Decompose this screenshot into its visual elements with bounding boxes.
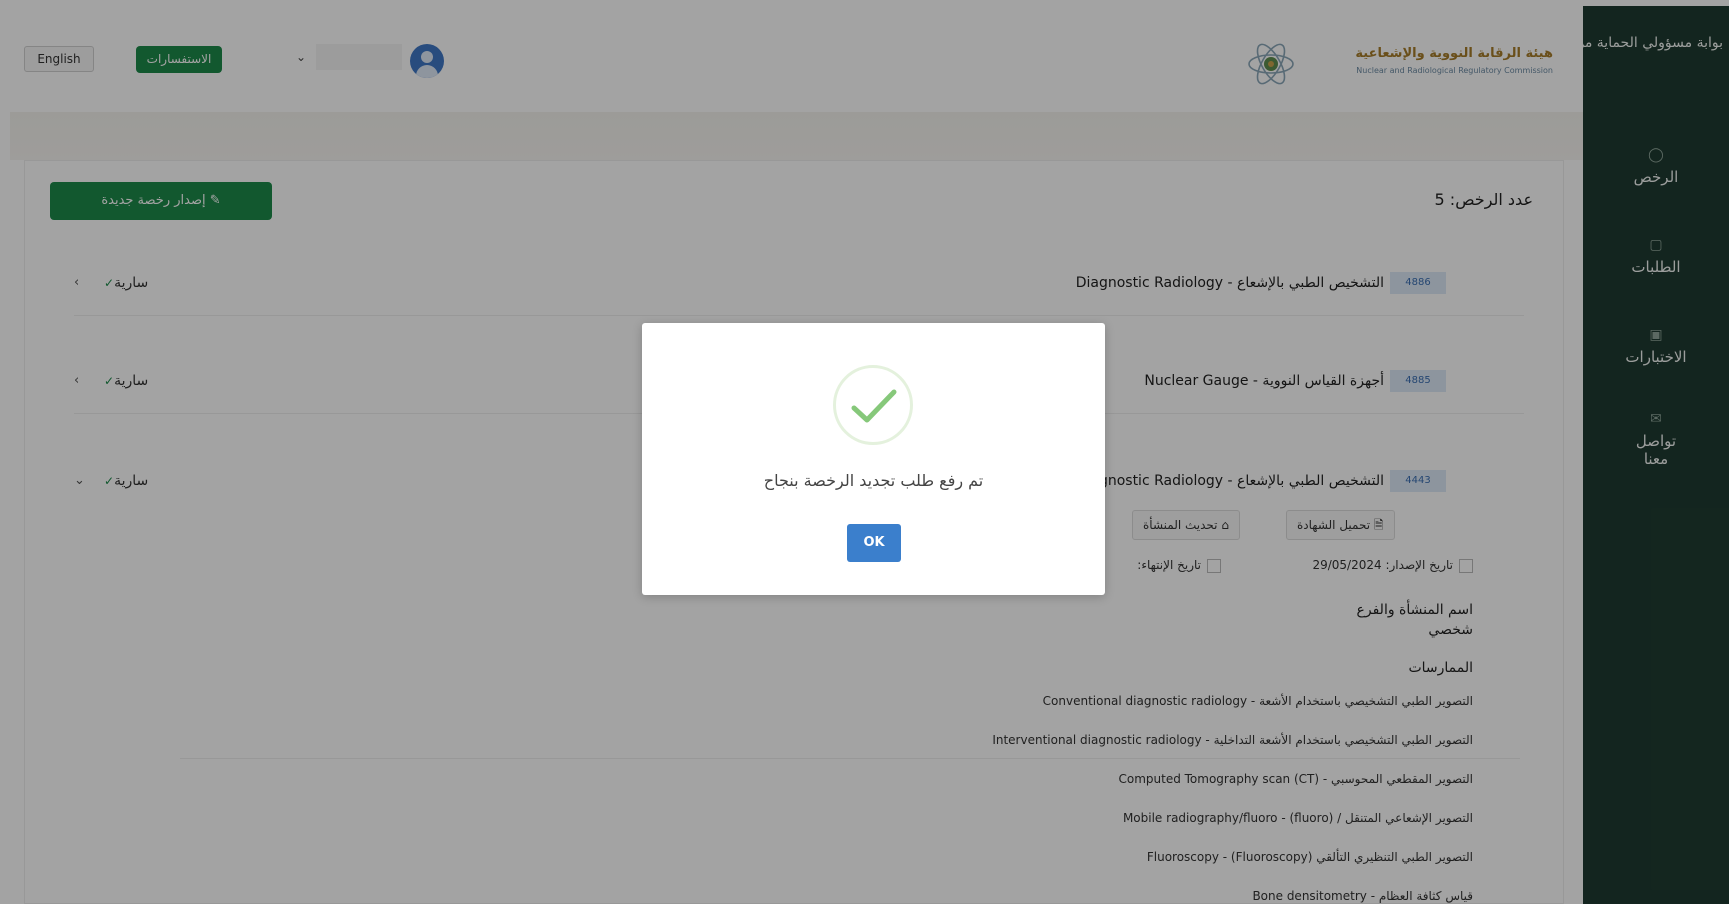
ok-button[interactable]: OK bbox=[847, 524, 901, 562]
success-check-icon bbox=[833, 365, 913, 445]
success-dialog: تم رفع طلب تجديد الرخصة بنجاح OK bbox=[642, 323, 1105, 595]
success-message: تم رفع طلب تجديد الرخصة بنجاح bbox=[763, 471, 984, 490]
